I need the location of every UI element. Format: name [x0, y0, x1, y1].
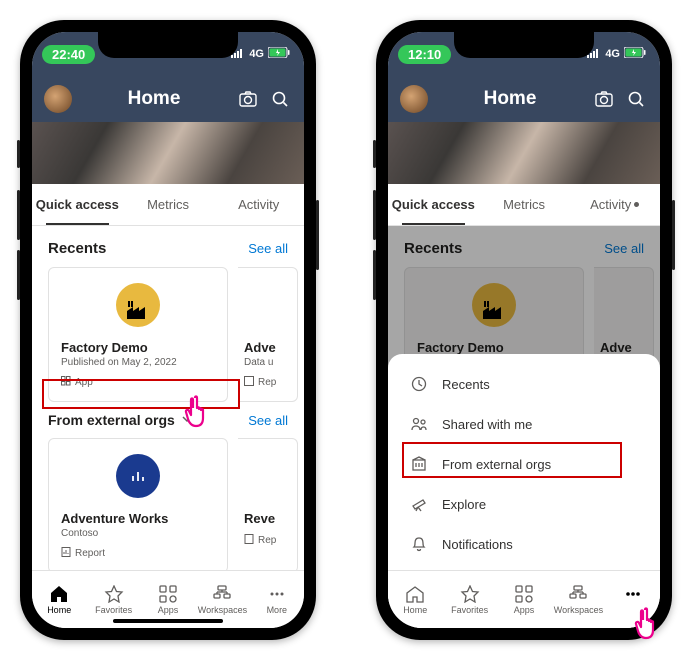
building-icon [410, 456, 428, 472]
nav-more[interactable]: More [606, 571, 660, 628]
tab-metrics[interactable]: Metrics [479, 184, 570, 225]
network-label: 4G [605, 48, 620, 60]
recent-card[interactable]: Adve Data u Rep [238, 267, 298, 402]
recents-title: Recents [48, 240, 106, 257]
sheet-external-orgs[interactable]: From external orgs [388, 444, 660, 484]
chevron-down-icon [181, 412, 193, 428]
nav-more[interactable]: More [250, 571, 304, 628]
status-time: 12:10 [398, 45, 451, 64]
tab-quick-access[interactable]: Quick access [388, 184, 479, 225]
more-sheet: Recents Shared with me From external org… [388, 354, 660, 628]
see-all-recents[interactable]: See all [248, 241, 288, 256]
app-header: Home [388, 76, 660, 122]
see-all-recents[interactable]: See all [604, 241, 644, 256]
chart-icon [116, 454, 160, 498]
external-orgs-header[interactable]: From external orgs [48, 412, 193, 428]
tab-metrics[interactable]: Metrics [123, 184, 214, 225]
factory-icon [116, 283, 160, 327]
bell-icon [410, 536, 428, 552]
telescope-icon [410, 496, 428, 512]
bottom-nav: Home Favorites Apps Workspaces [388, 570, 660, 628]
activity-dot-icon [634, 202, 639, 207]
sheet-recents[interactable]: Recents [388, 364, 660, 404]
card-type: Report [75, 548, 105, 559]
see-all-external[interactable]: See all [248, 413, 288, 428]
sheet-notifications[interactable]: Notifications [388, 524, 660, 564]
avatar[interactable] [400, 85, 428, 113]
card-subtitle: Published on May 2, 2022 [61, 357, 215, 368]
banner-image [32, 122, 304, 184]
banner-image [388, 122, 660, 184]
home-indicator[interactable] [113, 619, 223, 623]
card-subtitle: Contoso [61, 528, 215, 539]
nav-home[interactable]: Home [32, 571, 86, 628]
nav-favorites[interactable]: Favorites [442, 571, 496, 628]
camera-icon[interactable] [592, 89, 616, 109]
tab-activity[interactable]: Activity [569, 184, 660, 225]
card-title: Factory Demo [417, 340, 571, 355]
camera-icon[interactable] [236, 89, 260, 109]
avatar[interactable] [44, 85, 72, 113]
search-icon[interactable] [624, 89, 648, 109]
battery-icon [268, 47, 290, 61]
network-label: 4G [249, 48, 264, 60]
battery-icon [624, 47, 646, 61]
card-type: App [75, 377, 93, 388]
sheet-shared[interactable]: Shared with me [388, 404, 660, 444]
sheet-explore[interactable]: Explore [388, 484, 660, 524]
card-title: Factory Demo [61, 340, 215, 355]
page-title: Home [80, 88, 228, 110]
app-header: Home [32, 76, 304, 122]
page-title: Home [436, 88, 584, 110]
status-time: 22:40 [42, 45, 95, 64]
clock-icon [410, 376, 428, 392]
external-card[interactable]: Adventure Works Contoso Report [48, 438, 228, 570]
card-title: Adventure Works [61, 511, 215, 526]
tab-activity[interactable]: Activity [213, 184, 304, 225]
app-icon [61, 376, 71, 389]
report-icon [61, 547, 71, 560]
tab-quick-access[interactable]: Quick access [32, 184, 123, 225]
nav-home[interactable]: Home [388, 571, 442, 628]
factory-icon [472, 283, 516, 327]
people-icon [410, 416, 428, 432]
external-card[interactable]: Reve Rep [238, 438, 298, 570]
tabs: Quick access Metrics Activity [388, 184, 660, 226]
recent-card[interactable]: Factory Demo Published on May 2, 2022 Ap… [48, 267, 228, 402]
nav-apps[interactable]: Apps [497, 571, 551, 628]
search-icon[interactable] [268, 89, 292, 109]
recents-title: Recents [404, 240, 462, 257]
tabs: Quick access Metrics Activity [32, 184, 304, 226]
nav-workspaces[interactable]: Workspaces [551, 571, 605, 628]
